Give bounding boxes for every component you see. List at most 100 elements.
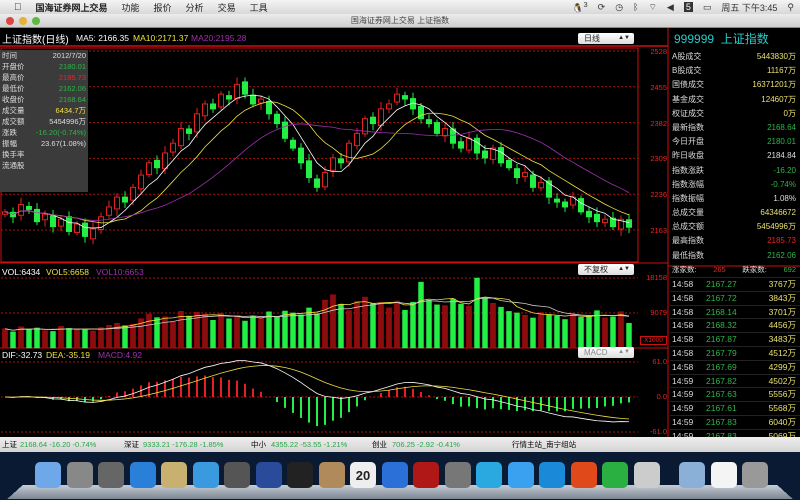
menu-function[interactable]: 功能 (122, 1, 140, 14)
quote-value: -16.20 (773, 165, 796, 175)
volume-bar (370, 303, 376, 349)
finder-icon[interactable] (35, 462, 61, 488)
messages-icon[interactable] (507, 462, 534, 488)
menu-trade[interactable]: 交易 (218, 1, 236, 14)
tick-time: 14:59 (672, 375, 694, 386)
zx-quote[interactable]: 4355.22 -53.55 -1.21% (271, 437, 347, 452)
candle-body (354, 132, 360, 147)
sz-quote[interactable]: 9333.21 -176.28 -1.85% (143, 437, 223, 452)
info-row: 开盘价 2180.01 (0, 61, 88, 72)
contacts-icon[interactable] (318, 462, 345, 488)
volume-bar (162, 316, 168, 349)
candle-body (370, 116, 376, 125)
info-key: 振幅 (2, 139, 17, 148)
info-value: 2180.01 (58, 62, 86, 71)
volume-bar (74, 328, 80, 349)
apple-menu-icon[interactable]:  (14, 2, 22, 13)
candle-body (498, 147, 504, 164)
volume-bar (570, 313, 576, 349)
menu-app[interactable]: 国海证券网上交易 (36, 1, 108, 14)
dashboard-icon[interactable] (98, 462, 124, 488)
candle-body (210, 103, 216, 110)
preview-icon[interactable] (633, 462, 660, 488)
volume-bar (394, 300, 400, 349)
app-store-icon[interactable] (129, 462, 156, 488)
itunes-icon[interactable] (381, 462, 408, 488)
ma5-label: MA5: 2166.35 (76, 33, 129, 43)
window-title-bar: 国海证券网上交易 上证指数 (0, 14, 800, 28)
price-axis-label: 2455 (650, 82, 667, 92)
menu-analysis[interactable]: 分析 (186, 1, 204, 14)
info-key: 最高价 (2, 73, 25, 82)
documents-folder-icon[interactable] (679, 462, 705, 488)
adjust-select[interactable]: 不复权 ▲▼ (578, 264, 634, 275)
cy-quote[interactable]: 706.25 -2.92 -0.41% (392, 437, 460, 452)
battery-icon[interactable]: ▭ (703, 2, 712, 13)
trash-icon[interactable] (742, 462, 768, 488)
quote-row: 总成交额 5454996万 (670, 220, 800, 234)
excel-icon[interactable] (602, 462, 628, 488)
candle-body (514, 168, 520, 179)
clock[interactable]: 周五 下午3:45 (721, 1, 777, 14)
calendar-icon[interactable]: 20 (350, 462, 376, 488)
safari-icon[interactable] (192, 462, 219, 488)
bluetooth-icon[interactable]: ᛒ (633, 2, 638, 12)
period-select[interactable]: 日线 ▲▼ (578, 33, 634, 44)
sh-quote[interactable]: 2168.64 -16.20 -0.74% (20, 437, 96, 452)
volume-bar (170, 321, 176, 349)
volume-bar (50, 331, 56, 349)
menu-tools[interactable]: 工具 (250, 1, 268, 14)
zx-label: 中小 (251, 440, 266, 449)
stock-app-icon[interactable] (255, 462, 282, 488)
period-select-value: 日线 (584, 34, 600, 43)
qq-badge: 3 (583, 0, 588, 9)
quote-value: 2184.84 (767, 151, 796, 161)
minimize-button[interactable] (19, 17, 27, 25)
menu-quote[interactable]: 报价 (154, 1, 172, 14)
volume-bar (594, 310, 600, 349)
volume-bar (58, 326, 64, 349)
input-method-icon[interactable]: 5 (683, 2, 693, 12)
file-icon[interactable] (710, 462, 737, 488)
volume-bar (210, 319, 216, 349)
close-button[interactable] (6, 17, 14, 25)
volume-bar (146, 313, 152, 349)
launchpad-icon[interactable] (66, 462, 93, 488)
wifi-icon[interactable]: ⌔ (648, 2, 656, 13)
candle-body (50, 215, 56, 228)
zoom-button[interactable] (32, 17, 40, 25)
facetime-icon[interactable] (224, 462, 250, 488)
qq-icon[interactable] (287, 462, 313, 488)
system-preferences-icon[interactable] (444, 462, 471, 488)
qq-icon[interactable]: 🐧3 (572, 0, 587, 14)
word-icon[interactable] (539, 462, 565, 488)
server-label[interactable]: 行情主站_南宁组站 (512, 437, 576, 452)
volume-bar (330, 294, 336, 349)
tick-list[interactable]: 14:58 2167.27 3767万 14:58 2167.72 3843万 14:58 2… (670, 277, 800, 443)
photo-booth-icon[interactable] (413, 462, 439, 488)
indicator-select[interactable]: MACD ▲▼ (578, 347, 634, 358)
menu-bar:  国海证券网上交易 功能 报价 分析 交易 工具 🐧3 ⟳ ◷ ᛒ ⌔ ◀ 5… (0, 0, 800, 14)
volume-bar (466, 305, 472, 349)
volume-icon[interactable]: ◀ (667, 2, 674, 13)
volume-bar (506, 311, 512, 349)
time-machine-icon[interactable]: ◷ (615, 2, 623, 13)
spotlight-icon[interactable]: ⚲ (787, 2, 794, 13)
info-row: 涨跌 -16.20(-0.74%) (0, 127, 88, 138)
candle-body (258, 98, 264, 104)
candle-body (90, 228, 96, 240)
candle-body (338, 158, 344, 164)
powerpoint-icon[interactable] (570, 462, 597, 488)
info-box: 时间 2012/7/20 开盘价 2180.01 最高价 2185.73 最低价 2162.0… (0, 50, 88, 192)
volume-bar (578, 316, 584, 349)
volume-bar (298, 314, 304, 349)
info-row: 振幅 23.67(1.08%) (0, 138, 88, 149)
candle-body (426, 119, 432, 125)
tick-price: 2167.63 (706, 389, 737, 400)
messenger-icon[interactable] (476, 462, 502, 488)
mail-icon[interactable] (161, 462, 187, 488)
volume-bar (242, 320, 248, 349)
sync-icon[interactable]: ⟳ (598, 2, 606, 13)
decline-count: 692 (783, 264, 796, 274)
info-row: 最低价 2162.06 (0, 83, 88, 94)
